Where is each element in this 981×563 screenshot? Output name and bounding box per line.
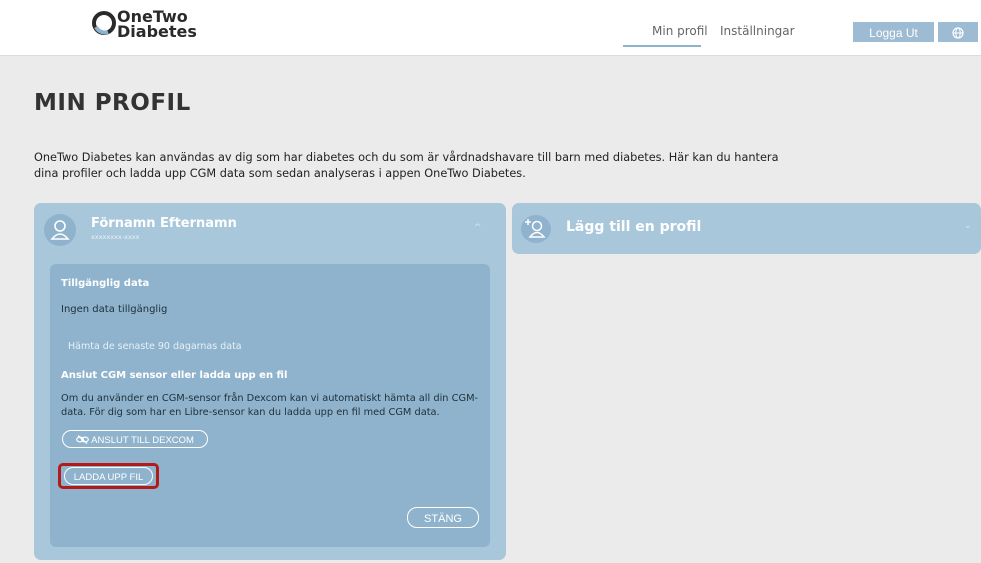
- nav-settings[interactable]: Inställningar: [720, 24, 795, 38]
- intro-text: OneTwo Diabetes kan användas av dig som …: [34, 151, 779, 180]
- profile-card: Förnamn Efternamn xxxxxxxx-xxxx ^ Tillgä…: [34, 203, 506, 560]
- upload-file-button[interactable]: LADDA UPP FIL: [64, 467, 153, 485]
- page-title: MIN PROFIL: [34, 90, 191, 116]
- available-data-heading: Tillgänglig data: [61, 278, 150, 289]
- nav-my-profile[interactable]: Min profil: [652, 24, 708, 38]
- user-icon: [50, 220, 70, 240]
- fetch-90-days-link[interactable]: Hämta de senaste 90 dagarnas data: [68, 341, 242, 352]
- add-user-icon: [521, 215, 551, 243]
- unlink-icon: [76, 435, 89, 444]
- profile-personal-number: xxxxxxxx-xxxx: [91, 233, 140, 241]
- top-bar: OneTwo Diabetes Min profil Inställningar…: [0, 0, 981, 56]
- expand-chevron-icon[interactable]: ⌄: [964, 221, 972, 231]
- cgm-heading: Anslut CGM sensor eller ladda upp en fil: [61, 370, 288, 381]
- cgm-description: Om du använder en CGM-sensor från Dexcom…: [61, 393, 479, 418]
- available-data-status: Ingen data tillgänglig: [61, 304, 168, 315]
- globe-icon: [952, 26, 964, 39]
- logout-button[interactable]: Logga Ut: [853, 22, 934, 42]
- logo-text-line2: Diabetes: [117, 22, 197, 41]
- add-profile-card[interactable]: Lägg till en profil ⌄: [512, 203, 981, 254]
- language-button[interactable]: [938, 22, 978, 42]
- logo[interactable]: OneTwo Diabetes: [92, 7, 212, 49]
- upload-highlight: LADDA UPP FIL: [58, 463, 159, 489]
- avatar: [44, 214, 76, 246]
- connect-dexcom-button[interactable]: ANSLUT TILL DEXCOM: [62, 430, 208, 448]
- active-nav-indicator: [623, 45, 701, 47]
- profile-data-panel: Tillgänglig data Ingen data tillgänglig …: [50, 264, 490, 547]
- collapse-chevron-icon[interactable]: ^: [474, 223, 482, 233]
- logo-icon: [92, 11, 116, 35]
- connect-dexcom-label: ANSLUT TILL DEXCOM: [91, 435, 194, 446]
- add-profile-title: Lägg till en profil: [566, 219, 702, 235]
- close-button[interactable]: STÄNG: [407, 507, 479, 528]
- profile-name: Förnamn Efternamn: [91, 216, 237, 231]
